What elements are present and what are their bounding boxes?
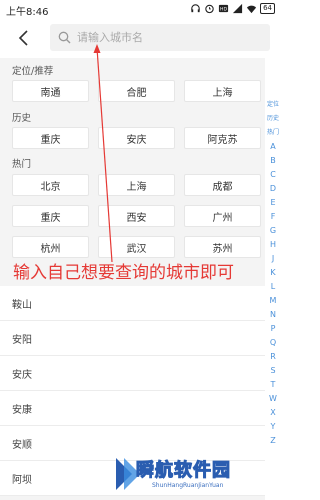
index-letter[interactable]: N: [270, 308, 276, 322]
city-button[interactable]: 南通: [12, 80, 89, 102]
city-button[interactable]: 广州: [184, 205, 261, 227]
index-letter[interactable]: W: [269, 392, 277, 406]
status-bar: 上午8:46 HD 64: [0, 0, 281, 20]
list-item[interactable]: 鞍山: [0, 286, 265, 321]
back-button[interactable]: [12, 27, 34, 49]
index-letter[interactable]: B: [270, 154, 276, 168]
search-input[interactable]: [77, 31, 257, 44]
hd-icon: HD: [218, 4, 229, 13]
annotation-text: 输入自己想要查询的城市即可: [13, 263, 234, 283]
wifi-icon: [246, 5, 257, 14]
list-item[interactable]: 安阳: [0, 321, 265, 356]
section-label-history: 历史: [12, 113, 32, 124]
city-button[interactable]: 成都: [184, 174, 261, 196]
index-letter[interactable]: Q: [270, 336, 276, 350]
search-box[interactable]: [50, 24, 270, 51]
search-icon: [58, 31, 71, 44]
city-button[interactable]: 武汉: [98, 236, 175, 258]
index-letter[interactable]: L: [271, 280, 275, 294]
watermark-subtitle: ShunHangRuanJianYuan: [152, 482, 224, 489]
index-item-hot[interactable]: 热门: [267, 126, 279, 140]
watermark: 瞬航软件园 ShunHangRuanJianYuan: [112, 452, 272, 496]
index-letter[interactable]: K: [270, 266, 275, 280]
section-label-hot: 热门: [12, 159, 32, 170]
city-button[interactable]: 北京: [12, 174, 89, 196]
section-label-location: 定位/推荐: [12, 66, 54, 77]
index-letter[interactable]: E: [270, 196, 275, 210]
index-letter[interactable]: J: [272, 252, 274, 266]
city-button[interactable]: 上海: [98, 174, 175, 196]
alphabet-index-bar[interactable]: 定位 历史 热门 A B C D E F G H J K L M N P Q R…: [265, 98, 281, 450]
header: [0, 20, 281, 58]
watermark-title: 瞬航软件园: [136, 460, 231, 482]
status-time: 上午8:46: [6, 7, 49, 18]
index-item-history[interactable]: 历史: [267, 112, 279, 126]
city-button[interactable]: 上海: [184, 80, 261, 102]
list-item[interactable]: 安康: [0, 391, 265, 426]
index-letter[interactable]: G: [270, 224, 276, 238]
city-button[interactable]: 重庆: [12, 205, 89, 227]
index-letter[interactable]: D: [270, 182, 276, 196]
index-letter[interactable]: M: [270, 294, 277, 308]
index-letter[interactable]: A: [270, 140, 275, 154]
index-letter[interactable]: F: [271, 210, 276, 224]
index-letter[interactable]: P: [271, 322, 276, 336]
index-letter[interactable]: Z: [270, 434, 275, 448]
signal-icon: [232, 3, 243, 14]
index-letter[interactable]: H: [270, 238, 276, 252]
alarm-icon: [205, 4, 214, 14]
index-letter[interactable]: T: [271, 378, 276, 392]
index-letter[interactable]: C: [270, 168, 276, 182]
index-item-location[interactable]: 定位: [267, 98, 279, 112]
list-item[interactable]: 安庆: [0, 356, 265, 391]
headphones-icon: [191, 4, 200, 13]
battery-indicator: 64: [260, 3, 275, 14]
index-letter[interactable]: X: [270, 406, 275, 420]
city-button[interactable]: 杭州: [12, 236, 89, 258]
city-button[interactable]: 西安: [98, 205, 175, 227]
city-button[interactable]: 苏州: [184, 236, 261, 258]
status-icons: HD 64: [190, 3, 275, 14]
index-letter[interactable]: S: [270, 364, 275, 378]
chevron-left-icon: [18, 30, 28, 46]
svg-text:HD: HD: [220, 7, 227, 13]
city-button[interactable]: 合肥: [98, 80, 175, 102]
city-button[interactable]: 重庆: [12, 127, 89, 149]
index-letter[interactable]: R: [270, 350, 276, 364]
index-letter[interactable]: Y: [271, 420, 276, 434]
city-button[interactable]: 阿克苏: [184, 127, 261, 149]
city-button[interactable]: 安庆: [98, 127, 175, 149]
